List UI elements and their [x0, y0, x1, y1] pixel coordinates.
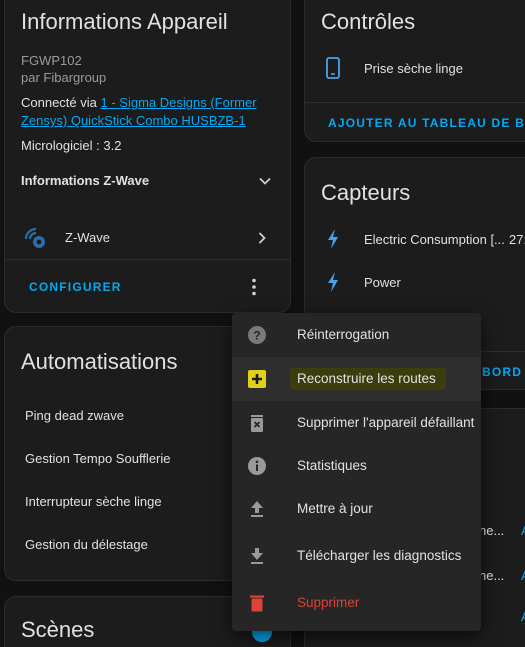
delete-x-icon — [251, 415, 263, 432]
automation-item[interactable]: Gestion Tempo Soufflerie — [25, 451, 171, 466]
device-info-title: Informations Appareil — [21, 9, 228, 34]
controls-card: Contrôles Prise sèche linge AJOUTER AU T… — [304, 0, 525, 142]
controls-title: Contrôles — [321, 9, 416, 34]
zwave-icon — [24, 227, 45, 248]
chevron-down-icon[interactable] — [258, 174, 272, 188]
configure-button[interactable]: CONFIGURER — [29, 280, 122, 294]
menu-item-rebuild-routes[interactable]: Reconstruire les routes — [232, 357, 481, 401]
menu-item-delete[interactable]: Supprimer — [232, 581, 481, 625]
partial-row-accent[interactable]: A — [521, 523, 525, 538]
connected-via-link[interactable]: 1 - Sigma Designs (Former — [101, 95, 257, 110]
menu-item-label: Statistiques — [297, 458, 367, 473]
connected-via-prefix: Connecté via — [21, 95, 101, 110]
card-divider — [5, 259, 290, 260]
info-icon — [248, 457, 266, 475]
sensor-item-label[interactable]: Power — [364, 275, 401, 290]
partial-row-text[interactable]: ne... — [479, 568, 504, 583]
add-to-dashboard-button-partial[interactable]: BORD — [482, 365, 522, 379]
connected-via-link-line2[interactable]: Zensys) QuickStick Combo HUSBZB-1 — [21, 113, 246, 128]
scenes-title: Scènes — [21, 617, 95, 642]
sensors-title: Capteurs — [321, 180, 411, 205]
firmware-version: Micrologiciel : 3.2 — [21, 138, 122, 153]
partial-row-text[interactable]: ne... — [479, 523, 504, 538]
card-divider — [305, 102, 525, 103]
chevron-right-icon[interactable] — [255, 231, 269, 245]
svg-text:?: ? — [253, 329, 260, 343]
device-manufacturer: par Fibargroup — [21, 70, 107, 85]
menu-item-update[interactable]: Mettre à jour — [232, 487, 481, 531]
connected-via-line: Connecté via 1 - Sigma Designs (Former — [21, 95, 257, 110]
menu-item-reinterview[interactable]: ? Réinterrogation — [232, 313, 481, 357]
automations-title: Automatisations — [21, 349, 178, 374]
upload-icon — [251, 501, 263, 517]
control-item-label[interactable]: Prise sèche linge — [364, 61, 463, 76]
trash-icon — [250, 595, 264, 612]
sensor-item-value: 27: — [509, 232, 525, 247]
menu-item-label: Supprimer l'appareil défaillant — [297, 415, 475, 430]
automation-item[interactable]: Interrupteur sèche linge — [25, 494, 162, 509]
menu-item-label: Supprimer — [297, 595, 360, 610]
flash-icon — [328, 229, 338, 249]
menu-item-download-diagnostics[interactable]: Télécharger les diagnostics — [232, 534, 481, 578]
phone-icon — [326, 57, 340, 79]
plus-box-icon — [248, 370, 266, 388]
menu-item-remove-failed[interactable]: Supprimer l'appareil défaillant — [232, 401, 481, 445]
zwave-info-expander[interactable]: Informations Z-Wave — [21, 173, 149, 188]
menu-item-label: Reconstruire les routes — [297, 371, 436, 386]
download-icon — [251, 548, 263, 564]
help-circle-icon: ? — [248, 326, 266, 344]
flash-icon — [328, 272, 338, 292]
add-to-dashboard-button[interactable]: AJOUTER AU TABLEAU DE BORD — [328, 116, 525, 130]
menu-item-label: Réinterrogation — [297, 327, 390, 342]
device-actions-menu: ? Réinterrogation Reconstruire les route… — [232, 313, 481, 631]
partial-row-accent[interactable]: A — [521, 568, 525, 583]
partial-row-accent[interactable]: A — [521, 609, 525, 624]
menu-item-label: Mettre à jour — [297, 501, 373, 516]
automation-item[interactable]: Gestion du délestage — [25, 537, 148, 552]
menu-item-statistics[interactable]: Statistiques — [232, 444, 481, 488]
automation-item[interactable]: Ping dead zwave — [25, 408, 124, 423]
device-model: FGWP102 — [21, 53, 82, 68]
zwave-row-label[interactable]: Z-Wave — [65, 230, 110, 245]
device-info-card: Informations Appareil FGWP102 par Fibarg… — [4, 0, 291, 313]
menu-item-label: Télécharger les diagnostics — [297, 548, 462, 563]
sensor-item-label[interactable]: Electric Consumption [... — [364, 232, 505, 247]
more-vertical-icon[interactable] — [246, 277, 262, 297]
